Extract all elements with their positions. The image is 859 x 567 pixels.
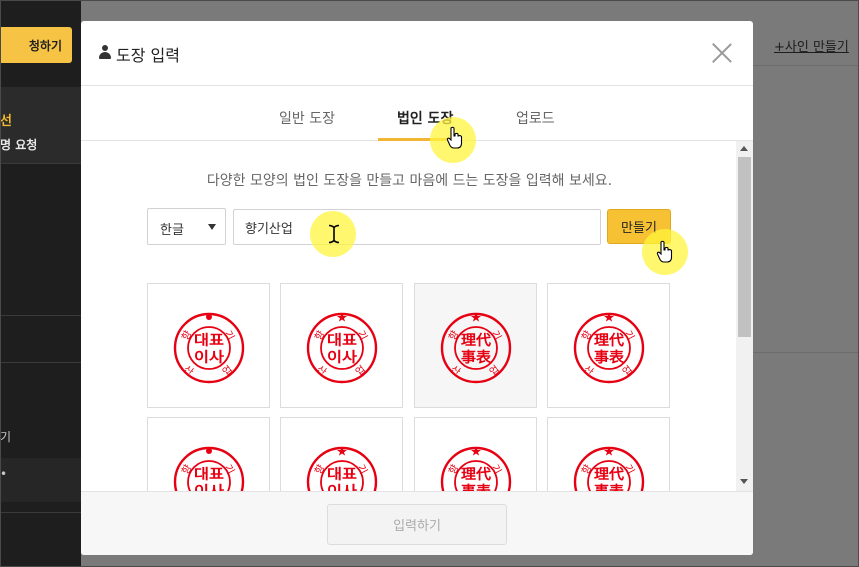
scroll-down-icon[interactable] <box>740 479 748 484</box>
stamp-ring-char: 향 <box>312 329 327 343</box>
modal-header: 도장 입력 <box>81 21 753 86</box>
stamp-option[interactable]: 향기산업理代事表 <box>547 417 670 491</box>
stamp-ring-char: 향 <box>446 329 461 343</box>
stamp-option[interactable]: 향기산업대표이사 <box>147 417 270 491</box>
stamp-center-bottom: 이사 <box>194 483 224 491</box>
stamp-center-bottom: 事表 <box>461 349 492 366</box>
stamp-center-bottom: 事表 <box>594 483 625 491</box>
stamp-ring-char: 향 <box>579 329 594 343</box>
user-icon <box>99 45 111 59</box>
stamp-ring-char: 향 <box>179 329 194 343</box>
close-icon[interactable] <box>711 42 733 64</box>
tab-general-stamp[interactable]: 일반 도장 <box>279 108 335 128</box>
sidebar-divider <box>0 362 81 363</box>
sidebar-item-sub-label: 명 요청 <box>0 138 38 152</box>
stamp-option[interactable]: 향기산업理代事表 <box>547 283 670 408</box>
main-divider <box>753 65 859 66</box>
create-sign-link[interactable]: +사인 만들기 <box>774 36 849 55</box>
company-name-input[interactable] <box>233 209 601 245</box>
sidebar-request-button[interactable]: 청하기 <box>0 27 72 63</box>
stamp-center-top: 대표 <box>327 467 357 483</box>
modal-footer: 입력하기 <box>81 491 753 555</box>
scroll-up-icon[interactable] <box>740 146 748 151</box>
stamp-option[interactable]: 향기산업대표이사 <box>280 417 403 491</box>
stamp-center-top: 理代 <box>594 466 624 483</box>
sidebar-item-label: 선 <box>0 114 12 129</box>
stamp-center-bottom: 事表 <box>594 349 625 366</box>
stamp-center-top: 理代 <box>594 332 624 349</box>
modal-title: 도장 입력 <box>116 46 180 65</box>
tab-upload[interactable]: 업로드 <box>516 108 555 128</box>
scroll-thumb[interactable] <box>738 157 751 337</box>
scrollbar[interactable] <box>736 141 753 491</box>
corporate-stamp-icon: 향기산업理代事表 <box>440 312 512 384</box>
stamp-center-bottom: 事表 <box>461 483 492 491</box>
modal-content: 다양한 모양의 법인 도장을 만들고 마음에 드는 도장을 입력해 보세요. 한… <box>81 141 753 491</box>
stamp-center-bottom: 이사 <box>327 483 357 491</box>
stamp-center-bottom: 이사 <box>327 349 357 366</box>
tab-corporate-stamp[interactable]: 법인 도장 <box>397 108 453 128</box>
stamp-ring-char: 향 <box>446 463 461 477</box>
sidebar-item[interactable] <box>0 458 81 502</box>
corporate-stamp-icon: 향기산업대표이사 <box>306 312 378 384</box>
stamp-option[interactable]: 향기산업대표이사 <box>280 283 403 408</box>
make-button[interactable]: 만들기 <box>607 209 671 244</box>
main-divider <box>753 352 859 353</box>
corporate-stamp-icon: 향기산업대표이사 <box>306 446 378 491</box>
stamp-ring-char: 향 <box>312 463 327 477</box>
corporate-stamp-icon: 향기산업대표이사 <box>173 446 245 491</box>
corporate-stamp-icon: 향기산업理代事表 <box>573 446 645 491</box>
sidebar-divider <box>0 512 81 513</box>
sidebar-item-label: • <box>0 467 8 481</box>
submit-button[interactable]: 입력하기 <box>327 504 507 545</box>
stamp-option[interactable]: 향기산업理代事表 <box>414 417 537 491</box>
stamp-ring-char: 향 <box>579 463 594 477</box>
description-text: 다양한 모양의 법인 도장을 만들고 마음에 드는 도장을 입력해 보세요. <box>206 173 613 189</box>
stamp-center-top: 理代 <box>461 466 491 483</box>
stamp-option[interactable]: 향기산업理代事表 <box>414 283 537 408</box>
language-select[interactable]: 한글 <box>147 208 226 245</box>
app-sidebar: 청하기 선 명 요청 기 • <box>0 0 81 567</box>
stamp-type-tabs: 일반 도장 법인 도장 업로드 <box>81 86 753 141</box>
stamp-dot-icon <box>206 448 212 454</box>
stamp-center-top: 대표 <box>194 467 224 483</box>
corporate-stamp-icon: 향기산업理代事表 <box>440 446 512 491</box>
sidebar-divider <box>0 315 81 316</box>
stamp-option[interactable]: 향기산업대표이사 <box>147 283 270 408</box>
language-select-value: 한글 <box>160 223 184 238</box>
stamp-input-modal: 도장 입력 일반 도장 법인 도장 업로드 다양한 모양의 법인 도장을 만들고… <box>81 21 753 555</box>
caret-down-icon <box>208 224 216 230</box>
stamp-center-bottom: 이사 <box>194 349 224 366</box>
stamp-dot-icon <box>206 314 212 320</box>
corporate-stamp-icon: 향기산업理代事表 <box>573 312 645 384</box>
stamp-center-top: 대표 <box>327 333 357 349</box>
sidebar-divider <box>0 163 81 164</box>
stamp-center-top: 대표 <box>194 333 224 349</box>
corporate-stamp-icon: 향기산업대표이사 <box>173 312 245 384</box>
sidebar-item-label: 기 <box>0 430 12 444</box>
stamp-center-top: 理代 <box>461 332 491 349</box>
stamp-ring-char: 향 <box>179 463 194 477</box>
